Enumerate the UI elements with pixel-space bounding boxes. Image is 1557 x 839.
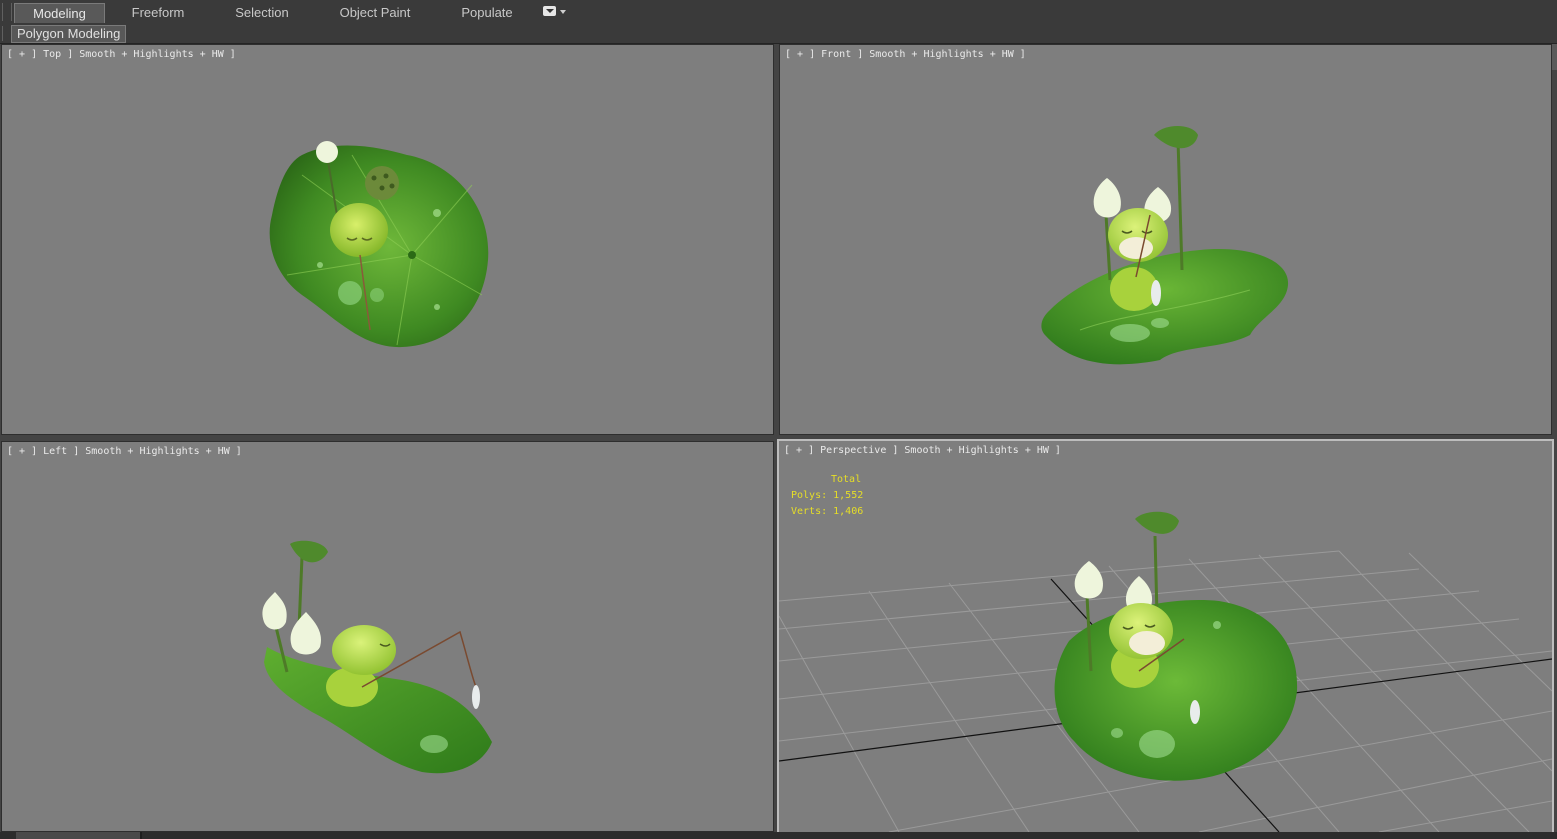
ribbon-grip[interactable] <box>2 3 12 21</box>
viewport-perspective[interactable]: [ + ] Perspective ] Smooth + Highlights … <box>777 439 1554 834</box>
polygon-modeling-button[interactable]: Polygon Modeling <box>11 25 127 43</box>
bottom-status-bar <box>0 832 1557 839</box>
tab-freeform[interactable]: Freeform <box>116 3 200 22</box>
viewport-left[interactable]: [ + ] Left ] Smooth + Highlights + HW ] <box>1 441 774 832</box>
tab-selection[interactable]: Selection <box>220 3 304 22</box>
tab-object-paint[interactable]: Object Paint <box>328 3 422 22</box>
model-top-view <box>269 141 489 348</box>
status-segment[interactable] <box>16 832 142 839</box>
viewport-top[interactable]: [ + ] Top ] Smooth + Highlights + HW ] <box>1 44 774 435</box>
tab-modeling[interactable]: Modeling <box>14 3 105 23</box>
model-front-view <box>1041 126 1289 365</box>
viewport-front[interactable]: [ + ] Front ] Smooth + Highlights + HW ] <box>779 44 1552 435</box>
panel-bar: Polygon Modeling <box>0 24 1557 44</box>
home-grid-and-model <box>779 511 1552 832</box>
model-left-view <box>262 540 492 774</box>
ribbon-bar: Modeling Freeform Selection Object Paint… <box>0 0 1557 25</box>
tab-populate[interactable]: Populate <box>446 3 528 22</box>
dropdown-menu-icon[interactable] <box>543 6 567 18</box>
